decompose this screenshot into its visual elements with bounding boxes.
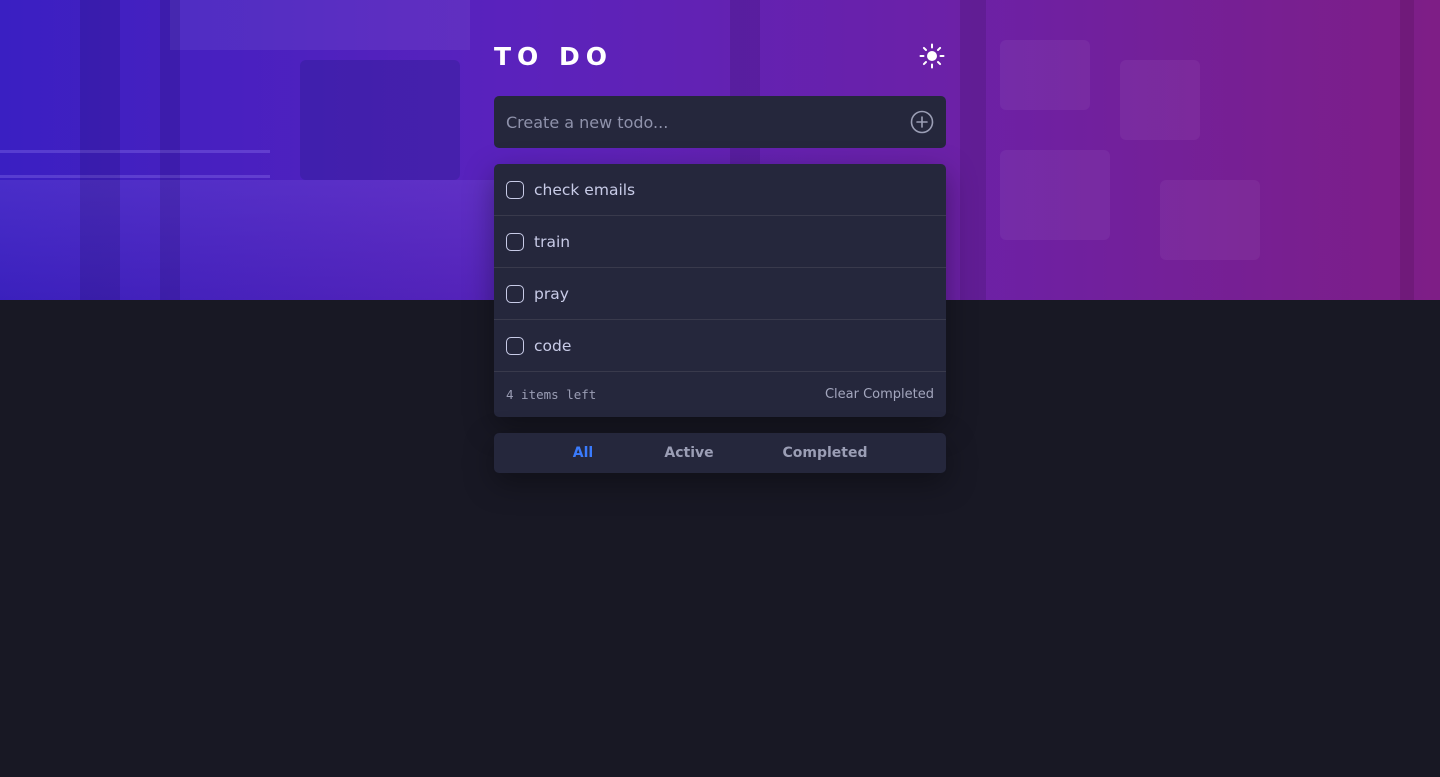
- hero-block: [1160, 180, 1260, 260]
- hero-pillar: [1400, 0, 1414, 300]
- plus-circle-icon: [910, 110, 934, 134]
- hero-block: [1120, 60, 1200, 140]
- filter-bar: All Active Completed: [494, 433, 946, 473]
- hero-pillar: [160, 0, 180, 300]
- new-todo-input[interactable]: [506, 112, 910, 132]
- todo-app: TO DO Create a new todo... check emails …: [494, 36, 946, 473]
- filter-completed-button[interactable]: Completed: [782, 445, 867, 461]
- new-todo-bar: [494, 96, 946, 148]
- todo-checkbox[interactable]: [506, 336, 524, 355]
- list-footer: 4 items left Clear Completed: [494, 372, 946, 417]
- todo-item[interactable]: pray: [494, 268, 946, 320]
- hero-rail: [0, 175, 270, 178]
- todo-label: check emails: [534, 180, 636, 199]
- hero-floor: [0, 180, 520, 300]
- filter-all-button[interactable]: All: [573, 445, 593, 461]
- hero-pillar: [80, 0, 120, 300]
- todo-label: train: [534, 232, 571, 251]
- todo-checkbox[interactable]: [506, 180, 524, 199]
- hero-rail: [0, 150, 270, 153]
- hero-block: [1000, 40, 1090, 110]
- todo-item[interactable]: code: [494, 320, 946, 372]
- app-title: TO DO: [494, 41, 614, 71]
- todo-label: pray: [534, 284, 569, 303]
- theme-toggle-button[interactable]: [918, 42, 946, 70]
- todo-checkbox[interactable]: [506, 232, 524, 251]
- todo-label: code: [534, 336, 572, 355]
- todo-checkbox[interactable]: [506, 284, 524, 303]
- items-left-count: 4 items left: [506, 387, 597, 402]
- filter-active-button[interactable]: Active: [664, 445, 713, 461]
- add-todo-button[interactable]: [910, 110, 934, 134]
- todo-list: check emails train pray code 4 items lef…: [494, 164, 946, 417]
- todo-item[interactable]: train: [494, 216, 946, 268]
- hero-ceiling: [170, 0, 470, 50]
- sun-icon: [919, 43, 945, 69]
- app-header: TO DO: [494, 36, 946, 76]
- hero-block: [1000, 150, 1110, 240]
- hero-doorway: [300, 60, 460, 180]
- todo-item[interactable]: check emails: [494, 164, 946, 216]
- clear-completed-button[interactable]: Clear Completed: [825, 387, 934, 402]
- hero-pillar: [960, 0, 986, 300]
